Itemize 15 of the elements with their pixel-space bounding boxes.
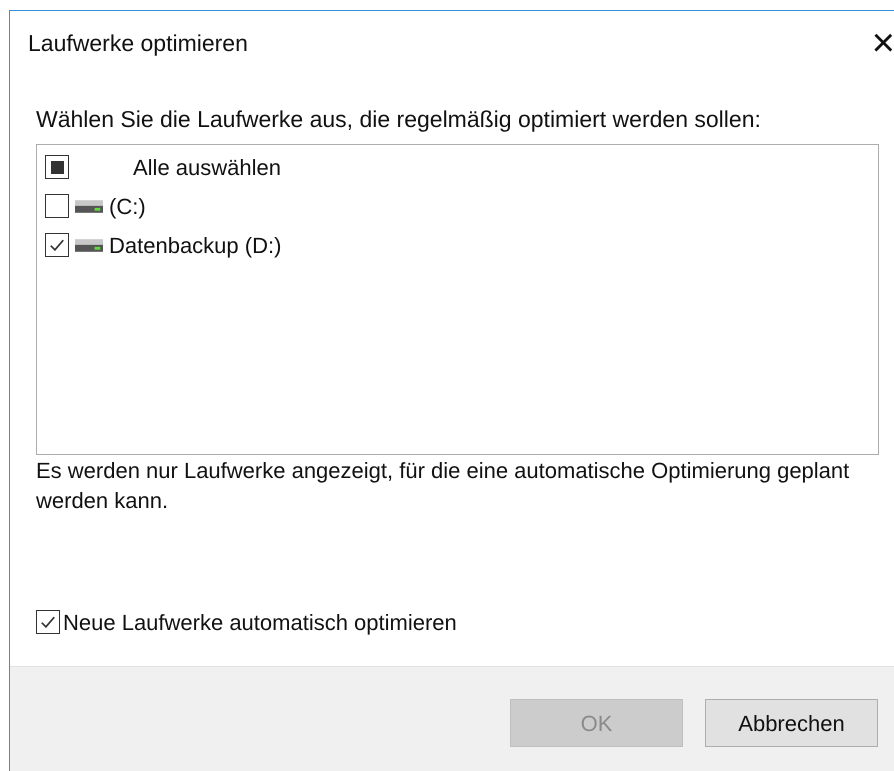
checkbox[interactable]	[45, 155, 69, 179]
instruction-text: Wählen Sie die Laufwerke aus, die regelmäßig optimiert werden sollen:	[36, 105, 762, 133]
drive-icon	[75, 200, 103, 212]
checkbox[interactable]	[45, 194, 69, 218]
checkbox[interactable]	[36, 610, 60, 634]
close-button[interactable]: ×	[872, 23, 894, 63]
note-text: Es werden nur Laufwerke angezeigt, für die eine automatische Optimierung geplant werden kann.	[36, 457, 850, 515]
window-title: Laufwerke optimieren	[28, 28, 248, 58]
drive-label[interactable]: Alle auswählen	[133, 150, 281, 184]
dialog-button[interactable]: Abbrechen	[705, 699, 878, 747]
drive-label[interactable]: Datenbackup (D:)	[109, 228, 282, 262]
checkbox[interactable]	[45, 233, 69, 257]
drive-label[interactable]: (C:)	[109, 190, 146, 222]
auto-optimize-label[interactable]: Neue Laufwerke automatisch optimieren	[63, 606, 457, 638]
drive-icon	[75, 238, 103, 252]
